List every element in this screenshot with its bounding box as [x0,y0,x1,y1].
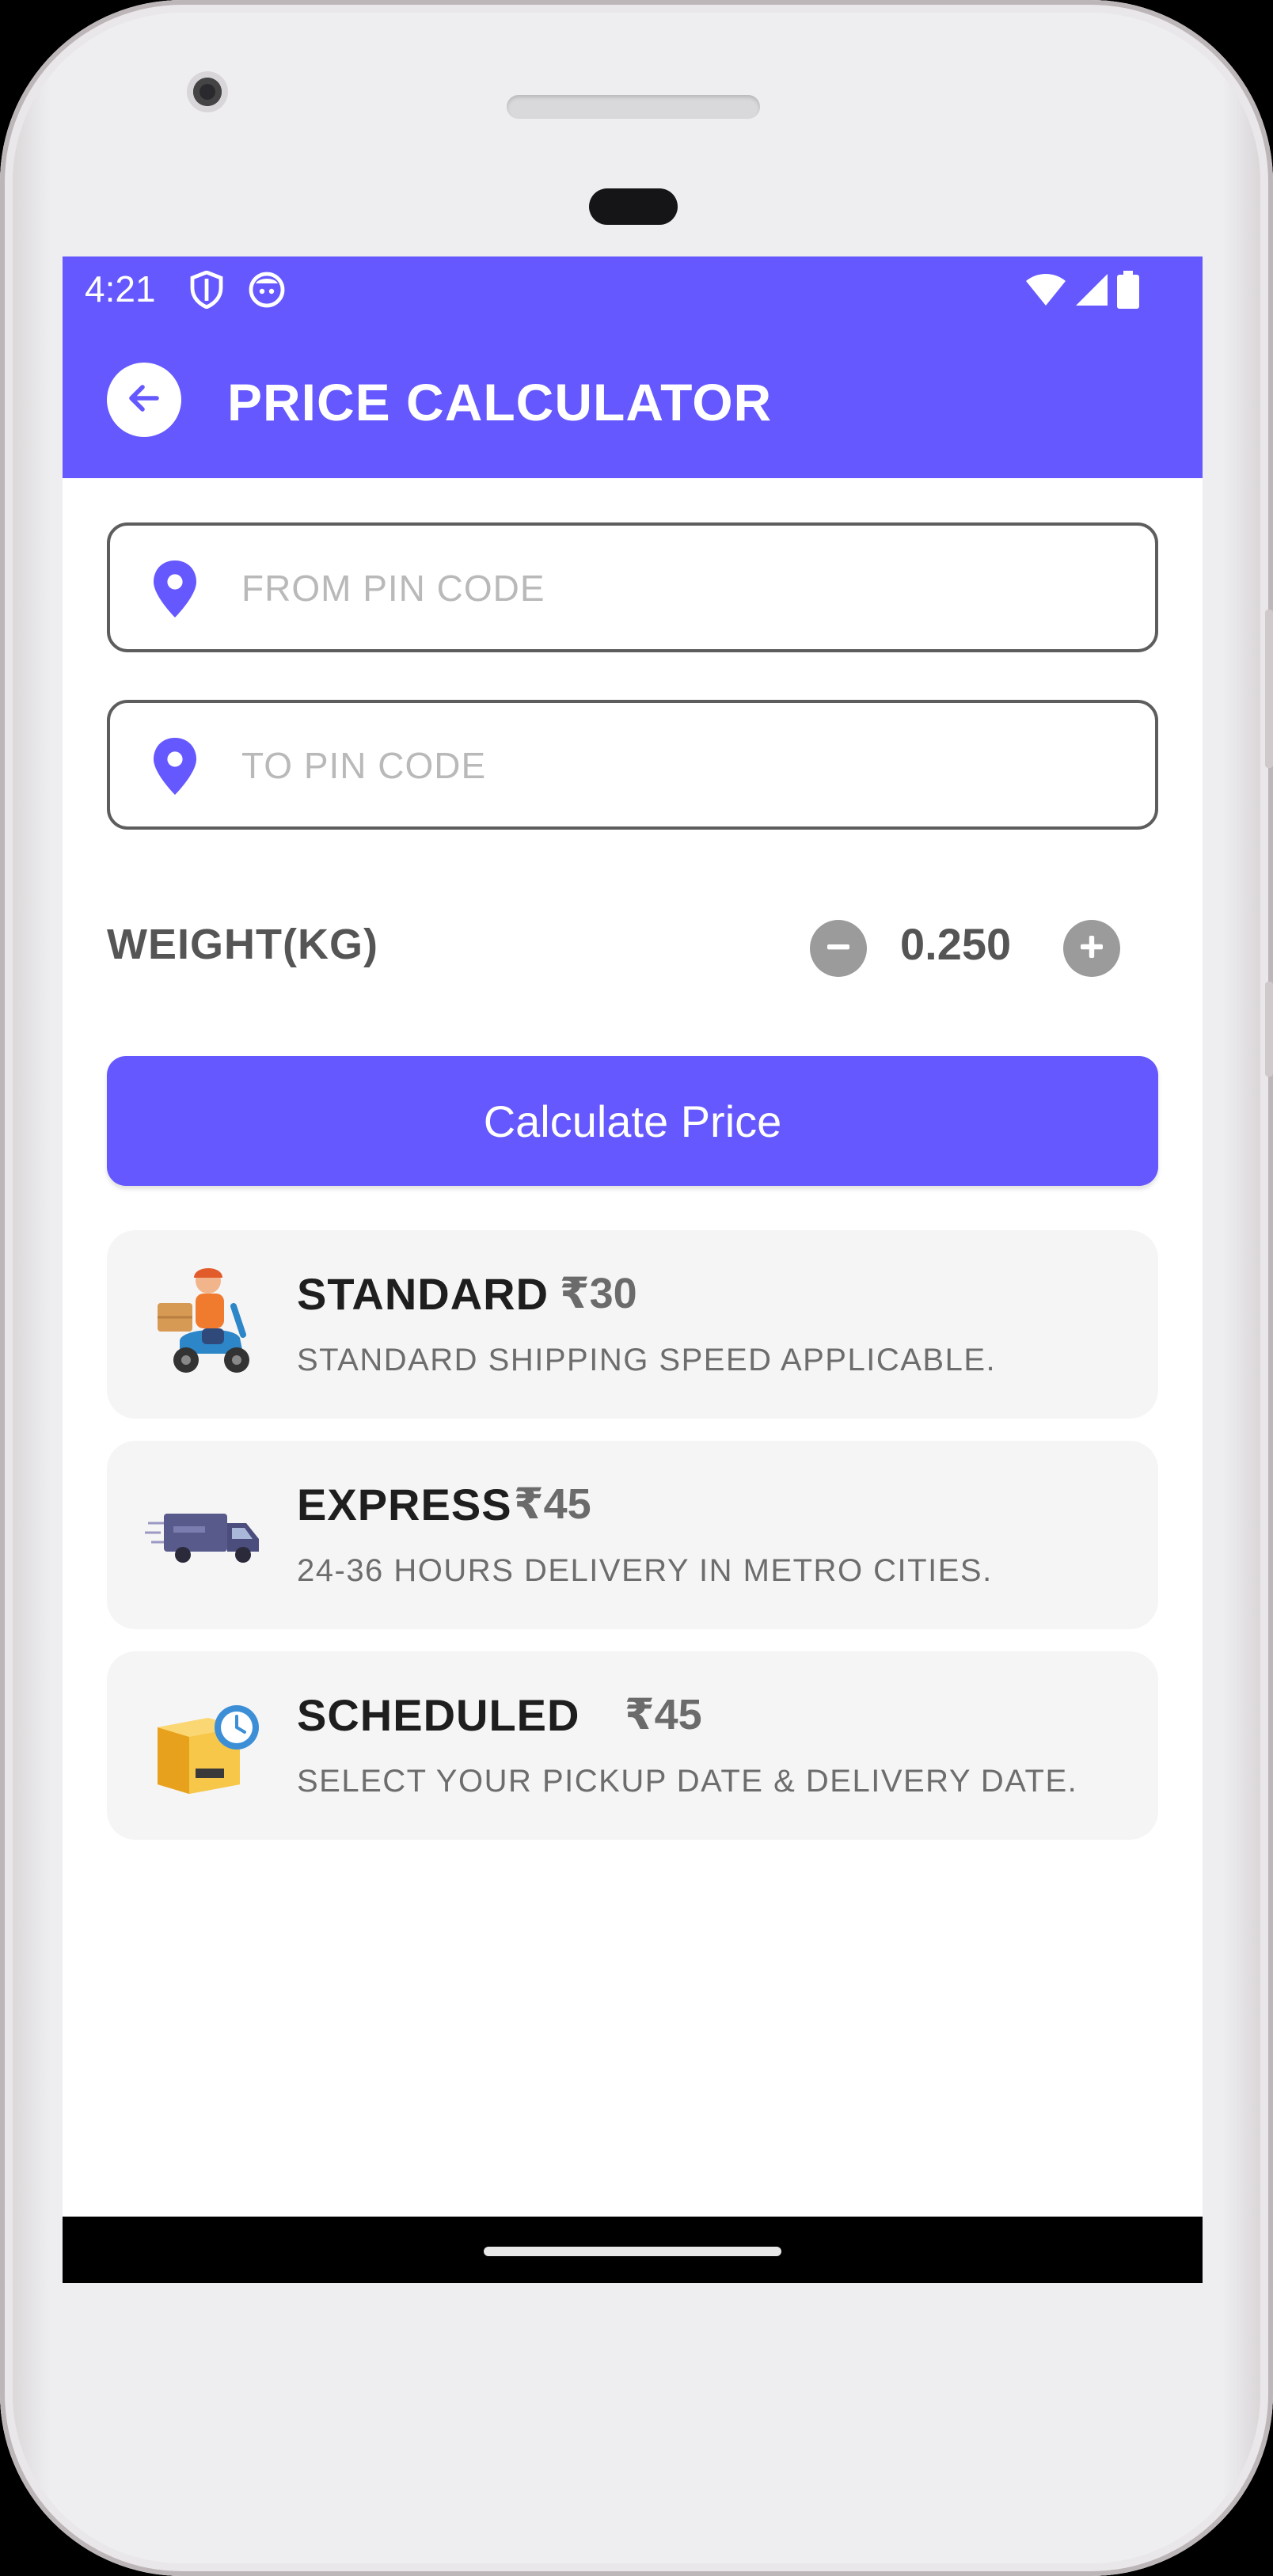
shield-icon [189,270,224,313]
status-bar: 4:21 [63,256,1203,323]
volume-button [1265,610,1273,768]
arrow-left-icon [125,379,163,421]
app-screen: 4:21 PRICE CALCULATOR FROM PIN CODE TO P… [63,256,1203,2283]
weight-increment-button[interactable] [1063,920,1120,977]
wifi-icon [1025,272,1066,311]
location-pin-icon [151,560,199,621]
minus-circle-icon [823,931,854,967]
shipping-option-express[interactable]: EXPRESS ₹45 24-36 HOURS DELIVERY IN METR… [107,1441,1158,1629]
calculate-price-button[interactable]: Calculate Price [107,1056,1158,1186]
status-time: 4:21 [85,268,156,310]
to-pin-input[interactable] [240,727,1114,804]
delivery-scooter-icon [145,1259,272,1385]
to-pin-field[interactable] [107,700,1158,830]
option-description: STANDARD SHIPPING SPEED APPLICABLE. [297,1343,997,1377]
page-title: PRICE CALCULATOR [227,373,773,431]
option-price: ₹30 [560,1270,637,1317]
app-bar: PRICE CALCULATOR [63,323,1203,478]
proximity-sensor [589,188,678,225]
from-pin-field[interactable] [107,522,1158,652]
shipping-option-standard[interactable]: STANDARD ₹30 STANDARD SHIPPING SPEED APP… [107,1230,1158,1419]
battery-icon [1117,271,1139,313]
back-button[interactable] [107,363,181,437]
weight-label: WEIGHT(KG) [107,921,378,968]
option-name: STANDARD [297,1269,549,1319]
weight-value: 0.250 [900,919,1012,969]
shipping-option-scheduled[interactable]: SCHEDULED ₹45 SELECT YOUR PICKUP DATE & … [107,1651,1158,1840]
front-camera [193,78,222,106]
location-pin-icon [151,738,199,799]
option-description: SELECT YOUR PICKUP DATE & DELIVERY DATE. [297,1764,1078,1799]
option-price: ₹45 [625,1691,702,1738]
weight-decrement-button[interactable] [810,920,867,977]
phone-frame: 4:21 PRICE CALCULATOR FROM PIN CODE TO P… [0,0,1273,2576]
home-gesture-handle[interactable] [484,2247,781,2256]
option-name: EXPRESS [297,1480,512,1529]
earpiece-speaker [507,95,760,119]
system-navigation-bar [63,2217,1203,2283]
option-description: 24-36 HOURS DELIVERY IN METRO CITIES. [297,1553,993,1588]
power-button [1265,982,1273,1077]
delivery-van-icon [145,1469,272,1596]
option-name: SCHEDULED [297,1690,580,1740]
cellular-signal-icon [1074,272,1109,311]
status-right-icons [1025,271,1139,313]
option-price: ₹45 [514,1480,591,1528]
scheduled-box-icon [145,1680,272,1807]
from-pin-input[interactable] [240,549,1114,627]
face-icon [248,271,286,313]
plus-circle-icon [1076,931,1108,967]
